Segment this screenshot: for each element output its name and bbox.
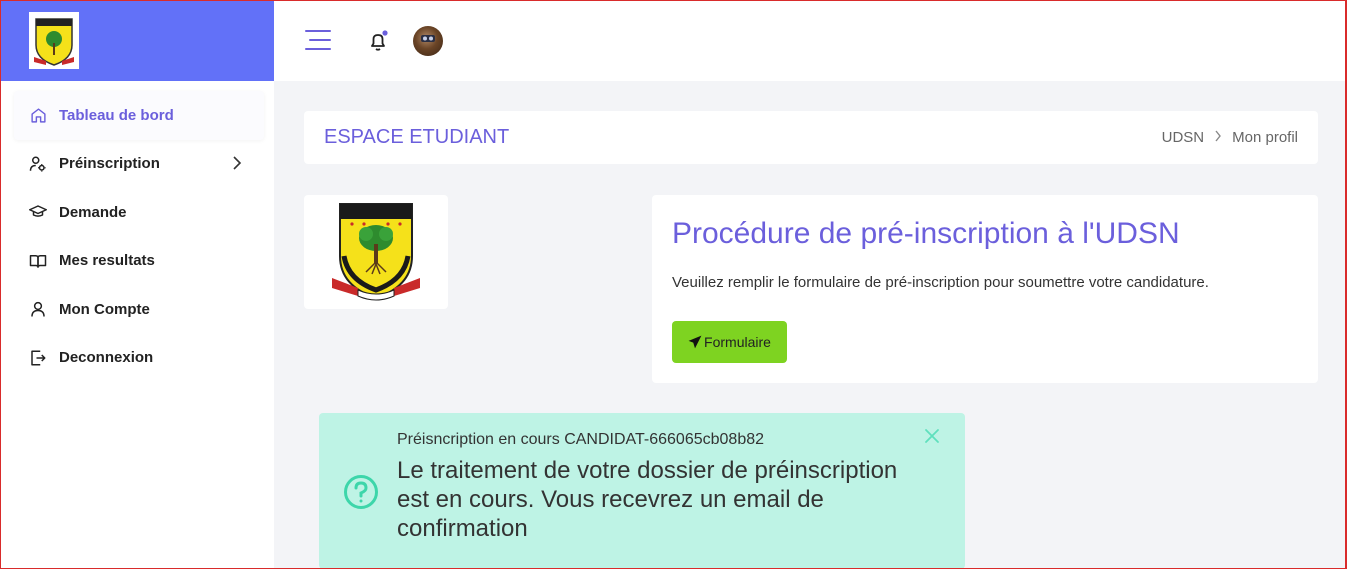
alert-title: Préisncription en cours CANDIDAT-666065c… [397, 431, 765, 448]
sidebar-nav: Tableau de bord Préinscription Demande M… [0, 81, 274, 382]
book-icon [29, 252, 47, 270]
sidebar-item-deconnexion[interactable]: Deconnexion [0, 334, 274, 383]
close-icon[interactable] [923, 427, 941, 445]
sidebar: Tableau de bord Préinscription Demande M… [0, 0, 274, 569]
sidebar-item-label: Mon Compte [59, 300, 150, 318]
user-icon [29, 300, 47, 318]
page-title: ESPACE ETUDIANT [324, 126, 510, 148]
formulaire-button[interactable]: Formulaire [672, 321, 787, 363]
logout-icon [29, 349, 47, 367]
sidebar-item-tableau-de-bord[interactable]: Tableau de bord [14, 91, 264, 140]
formulaire-button-label: Formulaire [704, 334, 771, 350]
topbar [274, 0, 1347, 81]
sidebar-brand [0, 0, 274, 81]
preinscription-procedure-card: Procédure de pré-inscription à l'UDSN Ve… [652, 195, 1318, 383]
university-logo [332, 203, 420, 301]
sidebar-item-label: Tableau de bord [59, 106, 174, 124]
sidebar-item-demande[interactable]: Demande [0, 188, 274, 237]
preinscription-status-alert: Préisncription en cours CANDIDAT-666065c… [319, 413, 965, 569]
breadcrumb-item-udsn[interactable]: UDSN [1162, 129, 1205, 146]
university-logo-small[interactable] [29, 12, 79, 69]
sidebar-item-mon-compte[interactable]: Mon Compte [0, 285, 274, 334]
chevron-right-icon [232, 155, 242, 174]
sidebar-item-label: Demande [59, 203, 127, 221]
bell-icon[interactable] [368, 30, 388, 52]
breadcrumb: UDSN Mon profil [1162, 129, 1298, 146]
page-header: ESPACE ETUDIANT UDSN Mon profil [304, 111, 1318, 164]
sidebar-item-label: Préinscription [59, 155, 160, 173]
avatar[interactable] [413, 26, 443, 56]
alert-message: Le traitement de votre dossier de préins… [397, 457, 898, 542]
graduation-cap-icon [29, 203, 47, 221]
chevron-right-icon [1214, 129, 1222, 146]
sidebar-item-preinscription[interactable]: Préinscription [0, 140, 274, 189]
sidebar-item-label: Mes resultats [59, 252, 155, 270]
user-settings-icon [29, 155, 47, 173]
procedure-description: Veuillez remplir le formulaire de pré-in… [672, 274, 1209, 291]
university-logo-card [304, 195, 448, 309]
sidebar-item-label: Deconnexion [59, 349, 154, 367]
home-icon [29, 106, 47, 124]
menu-icon[interactable] [305, 28, 331, 52]
paper-plane-icon [688, 335, 702, 349]
question-circle-icon [343, 474, 379, 510]
sidebar-item-mes-resultats[interactable]: Mes resultats [0, 237, 274, 286]
procedure-title: Procédure de pré-inscription à l'UDSN [672, 217, 1180, 250]
breadcrumb-item-mon-profil: Mon profil [1232, 129, 1298, 146]
